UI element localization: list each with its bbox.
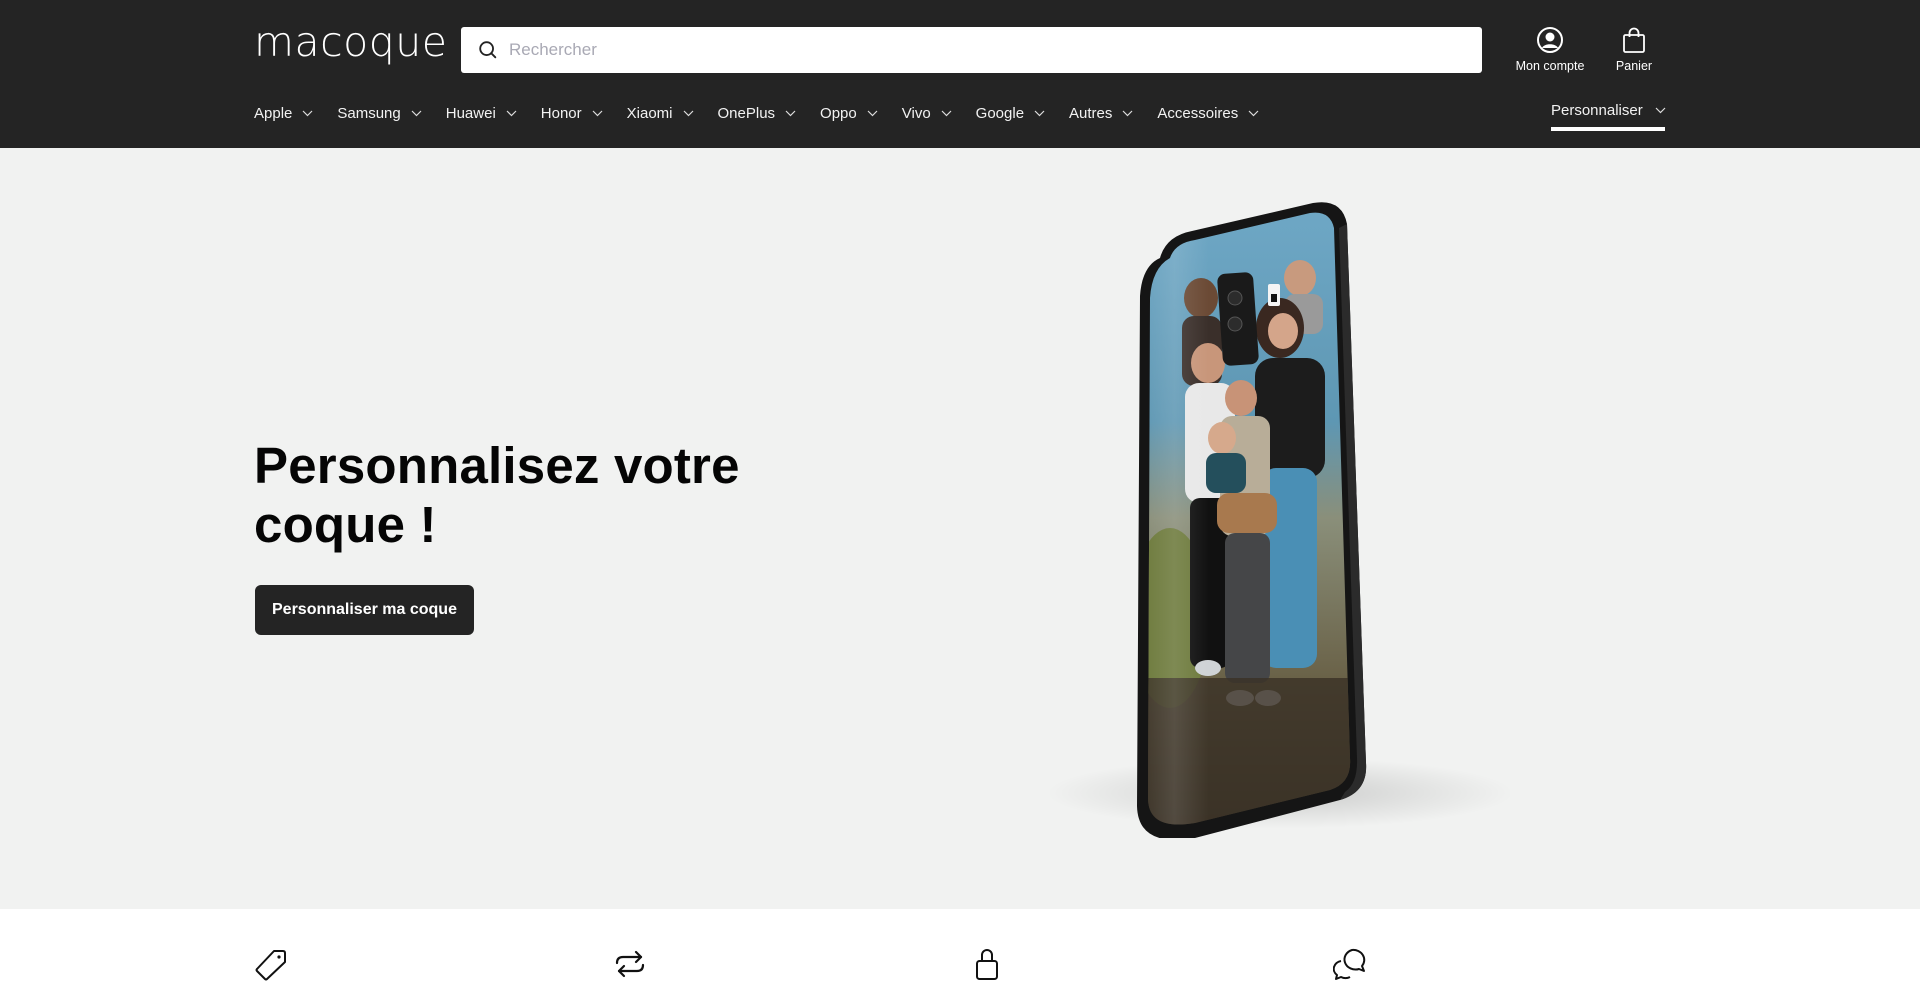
phone-case-image — [970, 198, 1570, 838]
search-icon — [479, 41, 497, 59]
nav-item-apple[interactable]: Apple — [254, 105, 313, 122]
account-button[interactable]: Mon compte — [1510, 26, 1590, 73]
nav-label: Accessoires — [1157, 104, 1239, 122]
nav-label: Samsung — [337, 104, 401, 122]
lock-icon — [976, 949, 998, 980]
nav-item-personnaliser[interactable]: Personnaliser — [1551, 102, 1666, 119]
user-icon — [1537, 27, 1563, 53]
chevron-down-icon — [683, 110, 693, 116]
search-bar[interactable] — [461, 27, 1482, 73]
chevron-down-icon — [592, 110, 603, 116]
tag-icon — [255, 950, 286, 981]
features-strip — [0, 909, 1920, 993]
phone-illustration — [1137, 202, 1367, 838]
chevron-down-icon — [1248, 110, 1259, 116]
chat-icon — [1333, 948, 1366, 980]
nav-label: Personnaliser — [1551, 102, 1643, 119]
chevron-down-icon — [1034, 110, 1045, 116]
chevron-down-icon — [506, 110, 517, 116]
nav-item-honor[interactable]: Honor — [541, 105, 603, 122]
search-input[interactable] — [509, 27, 1469, 73]
cart-button[interactable]: Panier — [1614, 26, 1654, 73]
nav-item-oneplus[interactable]: OnePlus — [718, 105, 797, 122]
main-nav: Apple Samsung Huawei Honor Xiaomi OnePlu… — [254, 102, 1283, 124]
chevron-down-icon — [867, 110, 878, 116]
nav-label: Honor — [540, 104, 582, 122]
nav-item-huawei[interactable]: Huawei — [446, 105, 517, 122]
cart-label: Panier — [1615, 59, 1653, 73]
chevron-down-icon — [411, 110, 422, 116]
nav-item-vivo[interactable]: Vivo — [902, 105, 952, 122]
nav-item-samsung[interactable]: Samsung — [337, 104, 422, 122]
nav-label: Autres — [1069, 104, 1113, 122]
nav-label: Xiaomi — [626, 104, 673, 122]
chevron-down-icon — [1655, 107, 1666, 114]
nav-item-oppo[interactable]: Oppo — [820, 105, 878, 122]
chevron-down-icon — [941, 110, 952, 116]
nav-item-accessoires[interactable]: Accessoires — [1157, 105, 1259, 122]
nav-label: Apple — [254, 104, 293, 122]
customize-case-button[interactable]: Personnaliser ma coque — [255, 585, 474, 635]
account-label: Mon compte — [1515, 59, 1585, 73]
logo[interactable]: macoque — [254, 18, 447, 66]
nav-item-xiaomi[interactable]: Xiaomi — [627, 105, 694, 122]
hero-banner: Personnalisez votre coque ! Personnalise… — [0, 148, 1920, 909]
chevron-down-icon — [785, 110, 796, 116]
nav-label: Vivo — [901, 104, 931, 122]
chevron-down-icon — [1122, 110, 1133, 116]
exchange-icon — [615, 950, 645, 978]
hero-title: Personnalisez votre coque ! — [254, 437, 740, 553]
active-nav-indicator — [1551, 127, 1665, 131]
nav-item-google[interactable]: Google — [976, 105, 1045, 122]
nav-label: OnePlus — [717, 104, 776, 122]
nav-label: Huawei — [445, 104, 496, 122]
chevron-down-icon — [302, 110, 313, 116]
nav-item-autres[interactable]: Autres — [1069, 105, 1133, 122]
site-header: macoque Mon compte Panier Apple Samsung … — [0, 0, 1920, 148]
nav-label: Oppo — [820, 104, 857, 122]
shopping-bag-icon — [1623, 27, 1645, 53]
nav-label: Google — [975, 104, 1025, 122]
